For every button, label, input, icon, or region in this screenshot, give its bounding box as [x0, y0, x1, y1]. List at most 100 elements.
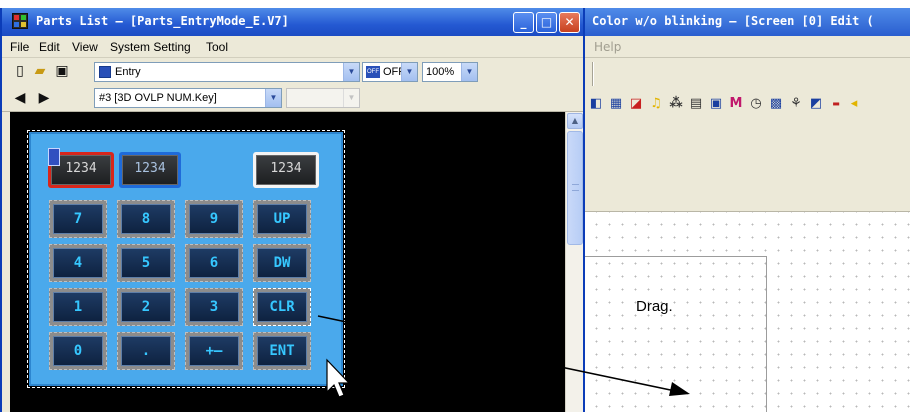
desktop: Color w/o blinking – [Screen [0] Edit ( … [0, 0, 910, 412]
off-icon: OFF [366, 66, 380, 78]
key-2[interactable]: 2 [117, 288, 175, 326]
chevron-down-icon: ▼ [343, 89, 359, 107]
zoom-select-value: 100% [426, 66, 455, 78]
editor-title: Color w/o blinking – [Screen [0] Edit ( [592, 14, 874, 28]
key-label: UP [257, 204, 307, 234]
close-button[interactable]: ✕ [559, 12, 580, 33]
numeric-display[interactable]: 1234 [253, 152, 319, 188]
key-9[interactable]: 9 [185, 200, 243, 238]
menu-help[interactable]: Help [594, 40, 621, 54]
part-select[interactable]: #3 [3D OVLP NUM.Key] ▼ [94, 88, 282, 108]
key-0[interactable]: 0 [49, 332, 107, 370]
entry-target-icon [48, 148, 60, 166]
key-label: . [121, 336, 171, 366]
key-ent[interactable]: ENT [253, 332, 311, 370]
key-up[interactable]: UP [253, 200, 311, 238]
key-label: ENT [257, 336, 307, 366]
menu-system-setting[interactable]: System Setting [110, 40, 191, 54]
key-1[interactable]: 1 [49, 288, 107, 326]
drag-annotation: Drag. [636, 298, 673, 315]
key-8[interactable]: 8 [117, 200, 175, 238]
arrow-right-icon[interactable]: ▶ [36, 90, 52, 106]
vertical-scrollbar[interactable]: ▲ [565, 112, 583, 412]
numeric-keypad-part[interactable]: 1234 1234 1234 7 8 9 UP 4 5 6 DW 1 2 3 C… [29, 132, 343, 386]
part-select-value: #3 [3D OVLP NUM.Key] [99, 92, 217, 104]
key-5[interactable]: 5 [117, 244, 175, 282]
key-label: 6 [189, 248, 239, 278]
key-label: 2 [121, 292, 171, 322]
key-label: CLR [257, 292, 307, 322]
switch-part-icon[interactable]: ▦ [608, 96, 624, 112]
key-label: 1 [53, 292, 103, 322]
data-display-icon[interactable]: ◪ [628, 96, 644, 112]
toolbar-navigation: ◀ ▶ #3 [3D OVLP NUM.Key] ▼ ▼ [2, 86, 583, 112]
zoom-select[interactable]: 100% ▼ [422, 62, 478, 82]
parts-list-title-bar[interactable]: Parts List – [Parts_EntryMode_E.V7] _ □ … [2, 8, 583, 36]
menu-view[interactable]: View [72, 40, 98, 54]
key-label: DW [257, 248, 307, 278]
message-icon[interactable]: ⁂ [668, 96, 684, 112]
animation-icon[interactable]: ⚘ [788, 96, 804, 112]
arrow-left-icon[interactable]: ◀ [12, 90, 28, 106]
macro-m-icon[interactable]: M [728, 96, 744, 112]
open-folder-icon[interactable]: ▰ [32, 63, 48, 79]
calendar-icon[interactable]: ▤ [688, 96, 704, 112]
chevron-down-icon[interactable]: ▼ [401, 63, 417, 81]
chevron-down-icon[interactable]: ▼ [461, 63, 477, 81]
display-value: 1234 [122, 155, 178, 185]
display-value: 1234 [256, 155, 316, 185]
numeric-display-active[interactable]: 1234 [119, 152, 181, 188]
key-dw[interactable]: DW [253, 244, 311, 282]
key-label: 7 [53, 204, 103, 234]
entry-mode-icon [99, 66, 111, 78]
editor-toolbar-top [584, 58, 910, 90]
key-label: 9 [189, 204, 239, 234]
editor-toolbar-area [584, 120, 910, 212]
scroll-thumb[interactable] [567, 131, 583, 245]
key-clr[interactable]: CLR [253, 288, 311, 326]
jpeg-icon[interactable]: ▬ [828, 96, 844, 112]
menu-tool[interactable]: Tool [206, 40, 228, 54]
timer-icon[interactable]: ◷ [748, 96, 764, 112]
key-sign[interactable]: +– [185, 332, 243, 370]
editor-menubar: Help [584, 36, 910, 58]
key-label: 8 [121, 204, 171, 234]
mode-select-value: Entry [115, 66, 141, 78]
chevron-down-icon[interactable]: ▼ [265, 89, 281, 107]
key-label: 5 [121, 248, 171, 278]
menu-edit[interactable]: Edit [39, 40, 60, 54]
editor-parts-toolbar: ◧ ▦ ◪ ♫ ⁂ ▤ ▣ M ◷ ▩ ⚘ ◩ ▬ ◂ [584, 90, 910, 120]
card-icon[interactable]: ▩ [768, 96, 784, 112]
graph-icon[interactable]: ▣ [708, 96, 724, 112]
window-title: Parts List – [Parts_EntryMode_E.V7] [36, 14, 289, 28]
key-label: +– [189, 336, 239, 366]
chevron-down-icon[interactable]: ▼ [343, 63, 359, 81]
key-label: 0 [53, 336, 103, 366]
toolbar-separator [592, 62, 594, 86]
menubar: File Edit View System Setting Tool [2, 36, 583, 58]
toolbar-main: ▯ ▰ ▣ Entry ▼ OFF OFF ▼ 100% ▼ [2, 58, 583, 86]
blink-select[interactable]: OFF OFF ▼ [362, 62, 418, 82]
minimize-button[interactable]: _ [513, 12, 534, 33]
menu-file[interactable]: File [10, 40, 29, 54]
new-file-icon[interactable]: ▯ [12, 63, 28, 79]
key-4[interactable]: 4 [49, 244, 107, 282]
display-value: 1234 [51, 155, 111, 185]
screen-frame [584, 256, 767, 412]
alarm-bell-icon[interactable]: ♫ [648, 96, 664, 112]
key-3[interactable]: 3 [185, 288, 243, 326]
video-icon[interactable]: ◩ [808, 96, 824, 112]
lamp-part-icon[interactable]: ◧ [588, 96, 604, 112]
editor-title-bar[interactable]: Color w/o blinking – [Screen [0] Edit ( [584, 8, 910, 36]
mode-select[interactable]: Entry ▼ [94, 62, 360, 82]
scroll-up-icon[interactable]: ▲ [567, 113, 583, 129]
more-parts-icon[interactable]: ◂ [846, 96, 862, 112]
key-label: 3 [189, 292, 239, 322]
key-6[interactable]: 6 [185, 244, 243, 282]
sub-select: ▼ [286, 88, 360, 108]
key-label: 4 [53, 248, 103, 278]
key-dot[interactable]: . [117, 332, 175, 370]
key-7[interactable]: 7 [49, 200, 107, 238]
save-disk-icon[interactable]: ▣ [54, 63, 70, 79]
maximize-button[interactable]: □ [536, 12, 557, 33]
